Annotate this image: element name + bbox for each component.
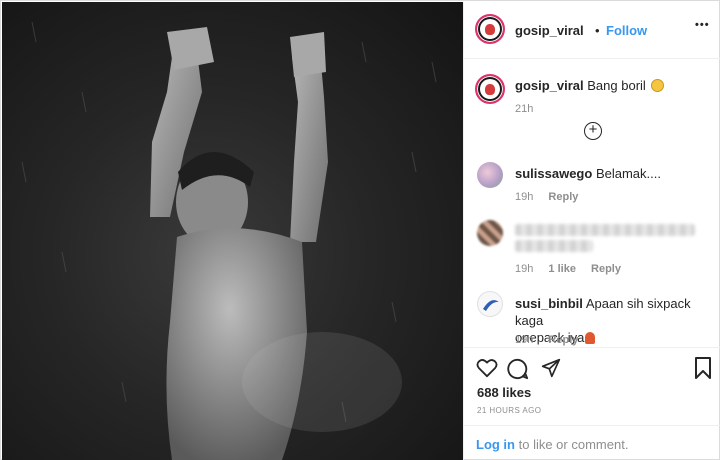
bookmark-icon[interactable] xyxy=(694,357,712,379)
reply-button[interactable]: Reply xyxy=(548,334,578,346)
comment-username[interactable]: susi_binbil xyxy=(515,296,583,311)
reply-button[interactable]: Reply xyxy=(591,263,621,275)
caption-username[interactable]: gosip_viral xyxy=(515,78,584,93)
reply-button[interactable]: Reply xyxy=(548,191,578,203)
login-bar: Log in to like or comment. xyxy=(464,425,720,460)
caption-time: 21h xyxy=(515,103,534,115)
author-username[interactable]: gosip_viral xyxy=(515,23,584,38)
login-suffix: to like or comment. xyxy=(515,437,629,452)
comment-3-meta: 19h Reply xyxy=(515,334,578,346)
comment-text: Belamak.... xyxy=(595,166,661,181)
comment-1: sulissawego Belamak.... xyxy=(515,166,661,181)
photo-illustration xyxy=(21,21,437,460)
comment-avatar[interactable] xyxy=(477,162,503,188)
comment-time: 19h xyxy=(515,334,534,346)
comment-time: 19h xyxy=(515,263,534,275)
caption-text: Bang boril xyxy=(587,78,646,93)
comment-avatar[interactable] xyxy=(477,291,503,317)
blurred-comment-line xyxy=(515,240,593,252)
caption-avatar[interactable] xyxy=(475,74,505,104)
smile-emoji-icon xyxy=(651,79,665,92)
post-header: gosip_viral • Follow ••• xyxy=(464,2,720,59)
comment-likes[interactable]: 1 like xyxy=(548,263,576,275)
avatar-logo-icon xyxy=(483,300,499,311)
caption: gosip_viral Bang boril xyxy=(515,78,665,93)
author-avatar[interactable] xyxy=(475,14,505,44)
separator-dot: • xyxy=(595,23,600,38)
follow-button[interactable]: Follow xyxy=(606,23,647,38)
heart-icon[interactable] xyxy=(476,358,498,378)
comment-avatar[interactable] xyxy=(477,220,503,246)
post-frame: gosip_viral • Follow ••• gosip_viral Ban… xyxy=(0,0,720,460)
comment-1-meta: 19h Reply xyxy=(515,191,578,203)
more-options-icon[interactable]: ••• xyxy=(695,19,710,31)
comment-2-meta: 19h 1 like Reply xyxy=(515,263,621,275)
login-link[interactable]: Log in xyxy=(476,437,515,452)
plus-circle-icon[interactable]: + xyxy=(584,122,602,140)
post-timestamp: 21 HOURS AGO xyxy=(477,406,542,415)
likes-count[interactable]: 688 likes xyxy=(477,385,531,400)
comment-icon[interactable] xyxy=(507,358,529,380)
actions-section: 688 likes 21 HOURS AGO Log in to like or… xyxy=(464,347,720,460)
post-details-pane: gosip_viral • Follow ••• gosip_viral Ban… xyxy=(463,2,720,460)
comment-username[interactable]: sulissawego xyxy=(515,166,592,181)
post-photo[interactable] xyxy=(2,2,463,460)
comment-time: 19h xyxy=(515,191,534,203)
blurred-comment-line xyxy=(515,224,695,236)
person-emoji-icon xyxy=(585,332,596,344)
share-icon[interactable] xyxy=(541,358,561,378)
login-prompt: Log in to like or comment. xyxy=(476,437,628,452)
